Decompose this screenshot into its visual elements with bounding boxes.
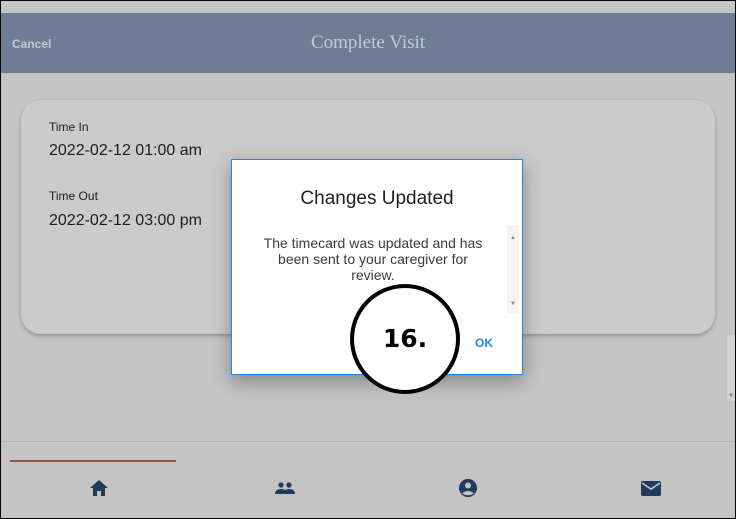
dialog-message: The timecard was updated and has been se… bbox=[263, 235, 483, 283]
dialog-scrollbar[interactable]: ▲ ▼ bbox=[507, 225, 519, 313]
time-in-label: Time In bbox=[49, 120, 89, 134]
divider bbox=[1, 441, 735, 442]
time-out-value: 2022-02-12 03:00 pm bbox=[49, 212, 202, 229]
time-out-label: Time Out bbox=[49, 189, 98, 203]
mail-icon bbox=[641, 481, 661, 496]
app-window: Cancel Complete Visit Time In 2022-02-12… bbox=[0, 0, 736, 519]
page-scrollbar[interactable]: ▼ bbox=[727, 335, 735, 401]
nav-account-tab[interactable] bbox=[456, 478, 480, 498]
header-bar: Cancel Complete Visit bbox=[1, 13, 735, 73]
account-circle-icon bbox=[459, 479, 477, 497]
time-in-value: 2022-02-12 01:00 am bbox=[49, 142, 202, 159]
scroll-down-arrow-icon[interactable]: ▼ bbox=[728, 393, 734, 399]
scroll-down-arrow-icon[interactable]: ▼ bbox=[510, 301, 516, 307]
ok-button[interactable]: OK bbox=[475, 336, 493, 350]
nav-home-tab[interactable] bbox=[87, 478, 111, 498]
home-icon bbox=[90, 480, 108, 496]
bottom-navigation bbox=[1, 460, 735, 518]
step-callout: 16. bbox=[350, 284, 460, 394]
page-title: Complete Visit bbox=[310, 32, 426, 53]
people-icon bbox=[275, 482, 295, 494]
nav-people-tab[interactable] bbox=[273, 478, 297, 498]
dialog-title: Changes Updated bbox=[300, 188, 454, 209]
step-number-label: 16. bbox=[382, 324, 428, 353]
scroll-up-arrow-icon[interactable]: ▲ bbox=[510, 235, 516, 241]
nav-messages-tab[interactable] bbox=[639, 478, 663, 498]
active-tab-indicator bbox=[10, 460, 176, 462]
